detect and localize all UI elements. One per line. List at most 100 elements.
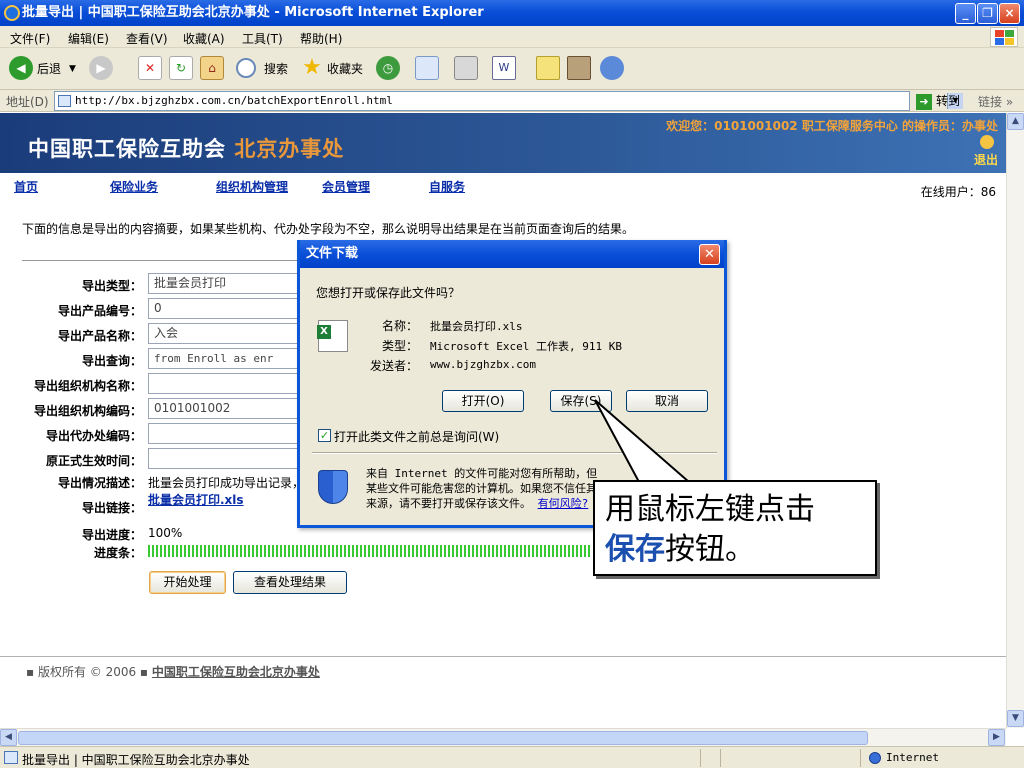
file-type-label: 类型： bbox=[381, 339, 418, 353]
dialog-close-button[interactable]: ✕ bbox=[699, 244, 720, 265]
back-arrow-icon[interactable]: ◀ bbox=[9, 56, 33, 80]
start-processing-button[interactable]: 开始处理 bbox=[149, 571, 226, 594]
address-input[interactable]: http://bx.bjzghzbx.com.cn/batchExportEnr… bbox=[54, 91, 963, 111]
toolbar: ◀ 后退 ▼ ▶ ✕ ↻ ⌂ 搜索 ★ 收藏夹 ◷ W bbox=[0, 48, 1024, 90]
close-window-button[interactable]: × bbox=[999, 3, 1020, 24]
agency-code-label: 导出代办处编码： bbox=[45, 429, 142, 443]
window-title: 批量导出 | 中国职工保险互助会北京办事处 - Microsoft Intern… bbox=[22, 5, 484, 20]
menu-help[interactable]: 帮助(H) bbox=[300, 30, 342, 47]
logout-link[interactable]: 退出 bbox=[974, 151, 998, 168]
horizontal-scroll-thumb[interactable] bbox=[18, 731, 868, 745]
export-type-label: 导出类型： bbox=[81, 279, 142, 293]
dialog-titlebar: 文件下载 bbox=[300, 240, 724, 268]
back-dropdown-icon[interactable]: ▼ bbox=[69, 55, 76, 83]
always-ask-checkbox[interactable]: ✓ bbox=[318, 429, 331, 442]
export-type-field[interactable]: 批量会员打印 bbox=[148, 273, 300, 294]
always-ask-label[interactable]: 打开此类文件之前总是询问(W) bbox=[334, 428, 499, 445]
callout-highlight: 保存 bbox=[605, 532, 665, 567]
search-button[interactable]: 搜索 bbox=[264, 55, 288, 83]
favorites-button[interactable]: 收藏夹 bbox=[327, 55, 363, 83]
status-page-icon bbox=[4, 751, 18, 764]
menu-edit[interactable]: 编辑(E) bbox=[68, 30, 109, 47]
internet-zone-icon bbox=[869, 752, 881, 764]
file-from: www.bjzghzbx.com bbox=[430, 358, 536, 371]
nav-insurance[interactable]: 保险业务 bbox=[110, 178, 158, 195]
online-users: 在线用户：86 bbox=[920, 185, 996, 199]
security-zone: Internet bbox=[886, 751, 939, 764]
logout-icon[interactable] bbox=[980, 135, 994, 149]
description-label: 导出情况描述： bbox=[57, 476, 142, 490]
product-no-label: 导出产品编号： bbox=[57, 304, 142, 318]
menu-tools[interactable]: 工具(T) bbox=[242, 30, 283, 47]
nav-member-management[interactable]: 会员管理 bbox=[322, 178, 370, 195]
export-file-link[interactable]: 批量会员打印.xls bbox=[148, 491, 244, 508]
scroll-up-icon[interactable]: ▲ bbox=[1007, 113, 1024, 130]
view-results-button[interactable]: 查看处理结果 bbox=[233, 571, 347, 594]
scroll-right-icon[interactable]: ▶ bbox=[988, 729, 1005, 746]
nav-org-management[interactable]: 组织机构管理 bbox=[216, 178, 288, 195]
discuss-icon[interactable] bbox=[536, 56, 560, 80]
research-icon[interactable] bbox=[567, 56, 591, 80]
footer-org-link[interactable]: 中国职工保险互助会北京办事处 bbox=[152, 665, 320, 679]
dialog-title: 文件下载 bbox=[306, 246, 359, 261]
nav-home[interactable]: 首页 bbox=[14, 178, 38, 195]
product-no-field[interactable]: 0 bbox=[148, 298, 300, 319]
links-button[interactable]: 链接 » bbox=[978, 93, 1013, 110]
org-name-field[interactable] bbox=[148, 373, 300, 394]
status-separator bbox=[720, 749, 721, 767]
org-code-label: 导出组织机构编码： bbox=[33, 404, 142, 418]
back-button[interactable]: 后退 bbox=[37, 55, 61, 83]
window-titlebar: 批量导出 | 中国职工保险互助会北京办事处 - Microsoft Intern… bbox=[0, 0, 1024, 26]
mail-icon[interactable] bbox=[415, 56, 439, 80]
home-icon[interactable]: ⌂ bbox=[200, 56, 224, 80]
progress-bar bbox=[148, 545, 592, 557]
maximize-button[interactable]: ❐ bbox=[977, 3, 998, 24]
callout-line1: 用鼠标左键点击 bbox=[605, 492, 815, 527]
effective-time-field[interactable] bbox=[148, 448, 300, 469]
query-label: 导出查询： bbox=[81, 354, 142, 368]
file-type: Microsoft Excel 工作表, 911 KB bbox=[430, 340, 622, 353]
callout-line2: 保存按钮。 bbox=[605, 530, 865, 570]
menu-favorites[interactable]: 收藏(A) bbox=[183, 30, 225, 47]
status-text: 批量导出 | 中国职工保险互助会北京办事处 bbox=[22, 753, 250, 767]
scroll-left-icon[interactable]: ◀ bbox=[0, 729, 17, 746]
minimize-button[interactable]: _ bbox=[955, 3, 976, 24]
address-url: http://bx.bjzghzbx.com.cn/batchExportEnr… bbox=[75, 94, 393, 107]
history-icon[interactable]: ◷ bbox=[376, 56, 400, 80]
menu-file[interactable]: 文件(F) bbox=[10, 30, 50, 47]
address-label: 地址(D) bbox=[6, 95, 49, 109]
forward-arrow-icon[interactable]: ▶ bbox=[89, 56, 113, 80]
messenger-icon[interactable] bbox=[600, 56, 624, 80]
divider bbox=[22, 260, 312, 261]
status-separator bbox=[700, 749, 701, 767]
dialog-open-button[interactable]: 打开(O) bbox=[442, 390, 524, 412]
progress-label: 导出进度： bbox=[81, 528, 142, 542]
org-code-field[interactable]: 0101001002 bbox=[148, 398, 300, 419]
export-summary-text: 下面的信息是导出的内容摘要，如果某些机构、代办处字段为不空，那么说明导出结果是在… bbox=[22, 222, 635, 236]
go-label: 转到 bbox=[936, 94, 961, 108]
scroll-down-icon[interactable]: ▼ bbox=[1007, 710, 1024, 727]
vertical-scrollbar[interactable]: ▲ ▼ bbox=[1006, 113, 1024, 728]
nav-self-service[interactable]: 自服务 bbox=[429, 178, 465, 195]
search-icon[interactable] bbox=[236, 58, 256, 78]
edit-word-icon[interactable]: W bbox=[492, 56, 516, 80]
progress-bar-label: 进度条： bbox=[93, 546, 142, 560]
horizontal-scrollbar[interactable]: ◀ ▶ bbox=[0, 728, 1006, 746]
stop-icon[interactable]: ✕ bbox=[138, 56, 162, 80]
favorites-star-icon[interactable]: ★ bbox=[300, 56, 324, 80]
go-button[interactable]: ➜ 转到 bbox=[916, 92, 960, 110]
query-field[interactable]: from Enroll as enr bbox=[148, 348, 300, 369]
print-icon[interactable] bbox=[454, 56, 478, 80]
progress-value: 100% bbox=[148, 526, 183, 540]
windows-logo-icon bbox=[990, 27, 1018, 47]
agency-code-field[interactable] bbox=[148, 423, 300, 444]
file-name-label: 名称： bbox=[381, 319, 418, 333]
links-chevron-icon: » bbox=[1005, 95, 1014, 109]
refresh-icon[interactable]: ↻ bbox=[169, 56, 193, 80]
menu-view[interactable]: 查看(V) bbox=[126, 30, 168, 47]
callout-line2-rest: 按钮。 bbox=[665, 532, 755, 567]
export-link-label: 导出链接： bbox=[81, 501, 142, 515]
risk-link[interactable]: 有何风险? bbox=[538, 497, 589, 510]
product-name-label: 导出产品名称： bbox=[57, 329, 142, 343]
product-name-field[interactable]: 入会 bbox=[148, 323, 300, 344]
